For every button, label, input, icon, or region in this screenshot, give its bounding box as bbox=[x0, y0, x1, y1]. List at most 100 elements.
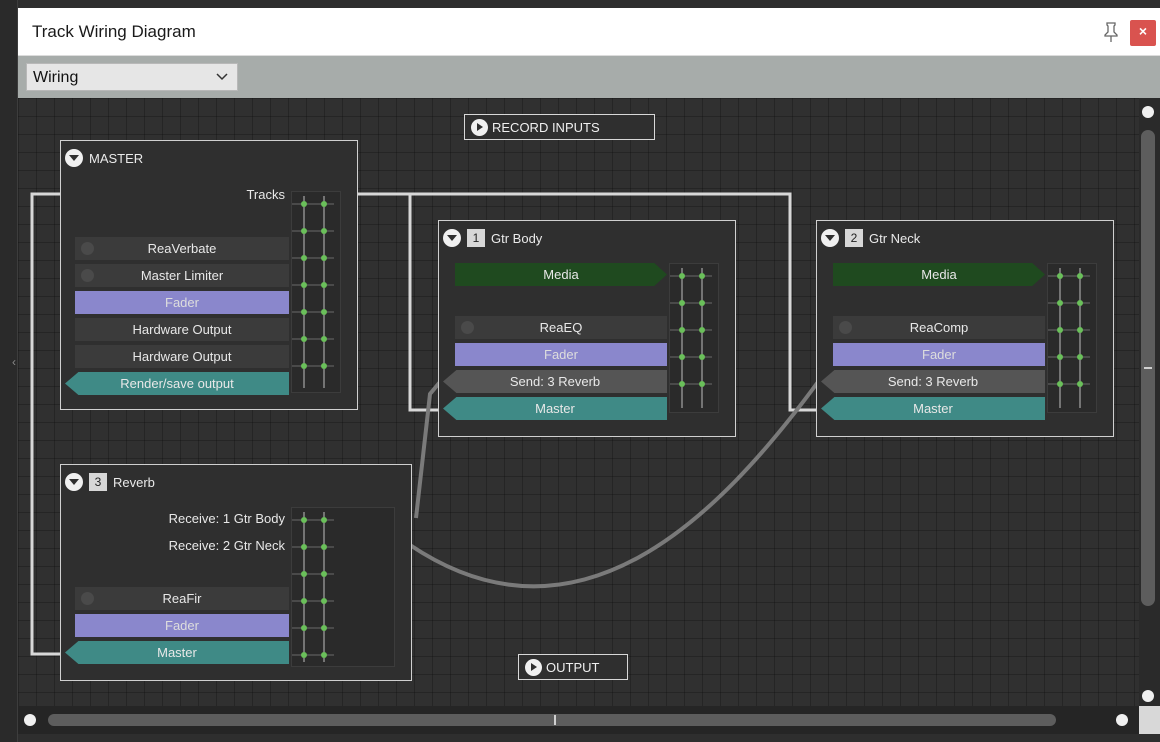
master-hw-output-1[interactable]: Hardware Output bbox=[75, 318, 289, 341]
fx-bypass-icon[interactable] bbox=[81, 269, 94, 282]
pin-dot[interactable] bbox=[699, 381, 705, 387]
pin-dot[interactable] bbox=[699, 273, 705, 279]
master-fader[interactable]: Fader bbox=[75, 291, 289, 314]
pin-dot[interactable] bbox=[321, 598, 327, 604]
pin-dot[interactable] bbox=[679, 381, 685, 387]
pin-dot[interactable] bbox=[321, 336, 327, 342]
reverb-fader[interactable]: Fader bbox=[75, 614, 289, 637]
pin-dot[interactable] bbox=[1057, 327, 1063, 333]
pin-dot[interactable] bbox=[301, 201, 307, 207]
fx-bypass-icon[interactable] bbox=[81, 242, 94, 255]
vertical-scrollbar[interactable] bbox=[1139, 98, 1160, 706]
view-select[interactable]: Wiring bbox=[26, 63, 238, 91]
reverb-receive-gtr-body[interactable]: Receive: 1 Gtr Body bbox=[75, 507, 291, 530]
pin-dot[interactable] bbox=[1077, 354, 1083, 360]
wire-reverb-master bbox=[30, 192, 62, 656]
track-node-gtr-neck[interactable]: 2 Gtr Neck Media ReaComp Fader Send: 3 R… bbox=[816, 220, 1114, 437]
wiring-canvas[interactable]: RECORD INPUTS OUTPUT MASTER Tracks ReaVe… bbox=[18, 98, 1139, 706]
pin-dot[interactable] bbox=[321, 309, 327, 315]
fx-bypass-icon[interactable] bbox=[81, 592, 94, 605]
pin-dot[interactable] bbox=[679, 354, 685, 360]
gtr-neck-pin-matrix[interactable] bbox=[1047, 263, 1097, 413]
gtr-neck-master-out[interactable]: Master bbox=[821, 397, 1045, 420]
master-pin-matrix[interactable] bbox=[291, 191, 341, 393]
pin-dot[interactable] bbox=[1057, 381, 1063, 387]
pin-dot[interactable] bbox=[321, 363, 327, 369]
pin-dot[interactable] bbox=[301, 571, 307, 577]
pin-dot[interactable] bbox=[321, 544, 327, 550]
pin-dot[interactable] bbox=[1077, 300, 1083, 306]
close-button[interactable]: × bbox=[1130, 20, 1156, 46]
pin-dot[interactable] bbox=[1077, 327, 1083, 333]
pin-dot[interactable] bbox=[321, 517, 327, 523]
scroll-down-icon[interactable] bbox=[1142, 690, 1154, 702]
master-render-output[interactable]: Render/save output bbox=[65, 372, 289, 395]
pin-dot[interactable] bbox=[321, 255, 327, 261]
pin-dot[interactable] bbox=[301, 309, 307, 315]
gtr-neck-media[interactable]: Media bbox=[833, 263, 1045, 286]
pin-dot[interactable] bbox=[321, 228, 327, 234]
fx-bypass-icon[interactable] bbox=[461, 321, 474, 334]
pin-dot[interactable] bbox=[301, 652, 307, 658]
pin-dot[interactable] bbox=[699, 327, 705, 333]
record-inputs-block[interactable]: RECORD INPUTS bbox=[464, 114, 655, 140]
reverb-fx-reafir[interactable]: ReaFir bbox=[75, 587, 289, 610]
pin-dot[interactable] bbox=[699, 354, 705, 360]
track-node-reverb[interactable]: 3 Reverb Receive: 1 Gtr Body Receive: 2 … bbox=[60, 464, 412, 681]
reverb-pin-matrix[interactable] bbox=[291, 507, 395, 667]
gtr-neck-fader[interactable]: Fader bbox=[833, 343, 1045, 366]
scroll-right-icon[interactable] bbox=[1116, 714, 1128, 726]
pin-dot[interactable] bbox=[679, 273, 685, 279]
pin-dot[interactable] bbox=[301, 625, 307, 631]
master-fx-reaverbate[interactable]: ReaVerbate bbox=[75, 237, 289, 260]
pin-dot[interactable] bbox=[1057, 300, 1063, 306]
pin-dot[interactable] bbox=[301, 544, 307, 550]
pin-dot[interactable] bbox=[301, 363, 307, 369]
master-fx-limiter[interactable]: Master Limiter bbox=[75, 264, 289, 287]
gtr-body-pin-matrix[interactable] bbox=[669, 263, 719, 413]
collapse-icon[interactable] bbox=[65, 149, 83, 167]
pin-dot[interactable] bbox=[321, 571, 327, 577]
pin-dot[interactable] bbox=[321, 282, 327, 288]
scroll-left-icon[interactable] bbox=[24, 714, 36, 726]
pin-dot[interactable] bbox=[699, 300, 705, 306]
track-number: 1 bbox=[467, 229, 485, 247]
pin-dot[interactable] bbox=[301, 228, 307, 234]
pin-dot[interactable] bbox=[321, 201, 327, 207]
collapse-icon[interactable] bbox=[65, 473, 83, 491]
horizontal-scroll-thumb[interactable] bbox=[48, 714, 1056, 726]
pin-icon[interactable] bbox=[1100, 21, 1122, 43]
gtr-body-fx-reaeq[interactable]: ReaEQ bbox=[455, 316, 667, 339]
toolbar: Wiring bbox=[18, 56, 1160, 98]
master-node[interactable]: MASTER Tracks ReaVerbate Master Limiter … bbox=[60, 140, 358, 410]
pin-dot[interactable] bbox=[679, 327, 685, 333]
pin-dot[interactable] bbox=[301, 598, 307, 604]
pin-dot[interactable] bbox=[321, 652, 327, 658]
pin-dot[interactable] bbox=[1077, 273, 1083, 279]
pin-dot[interactable] bbox=[1077, 381, 1083, 387]
reverb-receive-gtr-neck[interactable]: Receive: 2 Gtr Neck bbox=[75, 534, 291, 557]
collapse-icon[interactable] bbox=[821, 229, 839, 247]
pin-dot[interactable] bbox=[321, 625, 327, 631]
gtr-neck-fx-reacomp[interactable]: ReaComp bbox=[833, 316, 1045, 339]
gtr-body-media[interactable]: Media bbox=[455, 263, 667, 286]
pin-dot[interactable] bbox=[301, 255, 307, 261]
gtr-body-send[interactable]: Send: 3 Reverb bbox=[443, 370, 667, 393]
gtr-neck-send[interactable]: Send: 3 Reverb bbox=[821, 370, 1045, 393]
track-node-gtr-body[interactable]: 1 Gtr Body Media ReaEQ Fader Send: 3 Rev… bbox=[438, 220, 736, 437]
pin-dot[interactable] bbox=[301, 282, 307, 288]
master-hw-output-2[interactable]: Hardware Output bbox=[75, 345, 289, 368]
pin-dot[interactable] bbox=[679, 300, 685, 306]
pin-dot[interactable] bbox=[301, 336, 307, 342]
collapse-icon[interactable] bbox=[443, 229, 461, 247]
gtr-body-fader[interactable]: Fader bbox=[455, 343, 667, 366]
pin-dot[interactable] bbox=[1057, 354, 1063, 360]
reverb-master-out[interactable]: Master bbox=[65, 641, 289, 664]
pin-dot[interactable] bbox=[301, 517, 307, 523]
pin-dot[interactable] bbox=[1057, 273, 1063, 279]
horizontal-scrollbar[interactable] bbox=[18, 706, 1139, 734]
scroll-up-icon[interactable] bbox=[1142, 106, 1154, 118]
gtr-body-master-out[interactable]: Master bbox=[443, 397, 667, 420]
fx-bypass-icon[interactable] bbox=[839, 321, 852, 334]
output-block[interactable]: OUTPUT bbox=[518, 654, 628, 680]
